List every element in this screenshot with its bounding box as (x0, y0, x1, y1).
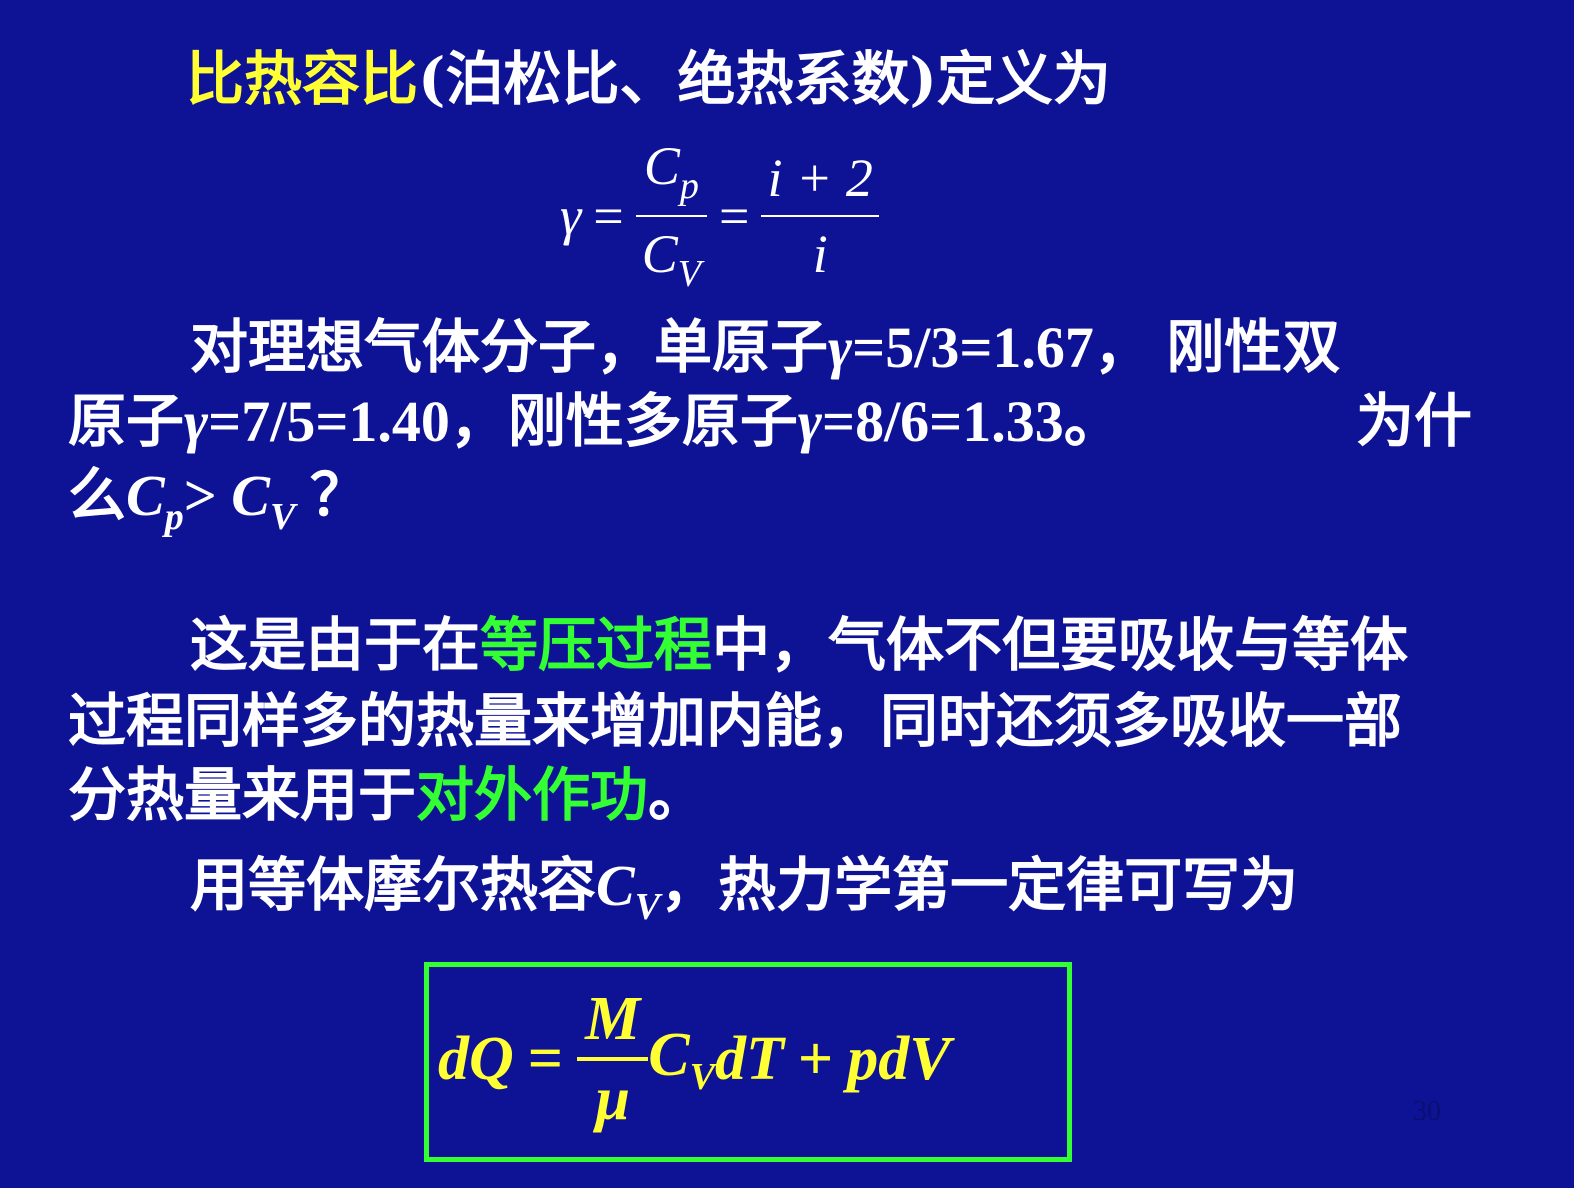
para1-line2: 原子γ=7/5=1.40，刚性多原子γ=8/6=1.33。 (68, 387, 1122, 455)
formula-equals: = (527, 1024, 564, 1093)
external-work-term: 对外作功 (416, 761, 649, 829)
fraction-cp-over-cv: Cp CV (635, 135, 707, 296)
fraction-m-over-mu: M μ (577, 985, 649, 1134)
isobaric-process-term: 等压过程 (480, 611, 713, 679)
fraction-i-plus-2-over-i: i + 2 i (761, 147, 879, 285)
formula-cv: CV (648, 1020, 715, 1098)
gamma-symbol: γ (560, 185, 582, 246)
fraction-denominator: CV (641, 223, 701, 295)
fraction-numerator: Cp (643, 136, 699, 207)
title-term: 比热容比 (186, 45, 419, 113)
gamma-symbol: γ (828, 315, 853, 380)
para1-line3: 么Cp> CV ？ (68, 461, 368, 538)
fraction-denominator-mu: μ (595, 1065, 630, 1134)
formula-pdv: pdV (847, 1024, 951, 1093)
para1-line1: 对理想气体分子，单原子γ=5/3=1.67， 刚性双 (190, 313, 1341, 381)
page-number: 30 (1413, 1096, 1441, 1127)
para2-line2: 过程同样多的热量来增加内能，同时还须多吸收一部 (68, 687, 1403, 755)
para2-line3: 分热量来用于对外作功。 (68, 761, 707, 829)
fraction-numerator-m: M (585, 985, 641, 1053)
title-line: 比热容比(泊松比、绝热系数)定义为 (186, 50, 1111, 108)
fraction-denominator-2: i (812, 223, 828, 284)
fraction-bar (635, 214, 707, 217)
equals-sign: = (593, 185, 624, 246)
formula-plus: + (797, 1024, 834, 1093)
formula-dt: dT (714, 1024, 784, 1093)
formula-lhs: dQ (438, 1024, 514, 1093)
fraction-bar-m (577, 1057, 649, 1062)
para1-line2-end: 为什 (1356, 387, 1473, 455)
para3-line: 用等体摩尔热容CV，热力学第一定律可写为 (190, 851, 1299, 928)
slide: 比热容比(泊松比、绝热系数)定义为 γ = Cp CV = i + 2 i 对理… (0, 0, 1574, 1188)
fraction-numerator-2: i + 2 (767, 147, 873, 208)
first-law-formula: dQ = M μ CV dT + pdV (438, 985, 951, 1133)
gamma-formula: γ = Cp CV = i + 2 i (560, 135, 879, 296)
fraction-bar-2 (761, 214, 879, 217)
title-rest: (泊松比、绝热系数)定义为 (418, 45, 1111, 113)
gamma-symbol: γ (184, 389, 209, 454)
para2-line1: 这是由于在等压过程中，气体不但要吸收与等体 (190, 611, 1409, 679)
gamma-symbol: γ (797, 389, 823, 454)
equals-sign-2: = (719, 185, 750, 246)
